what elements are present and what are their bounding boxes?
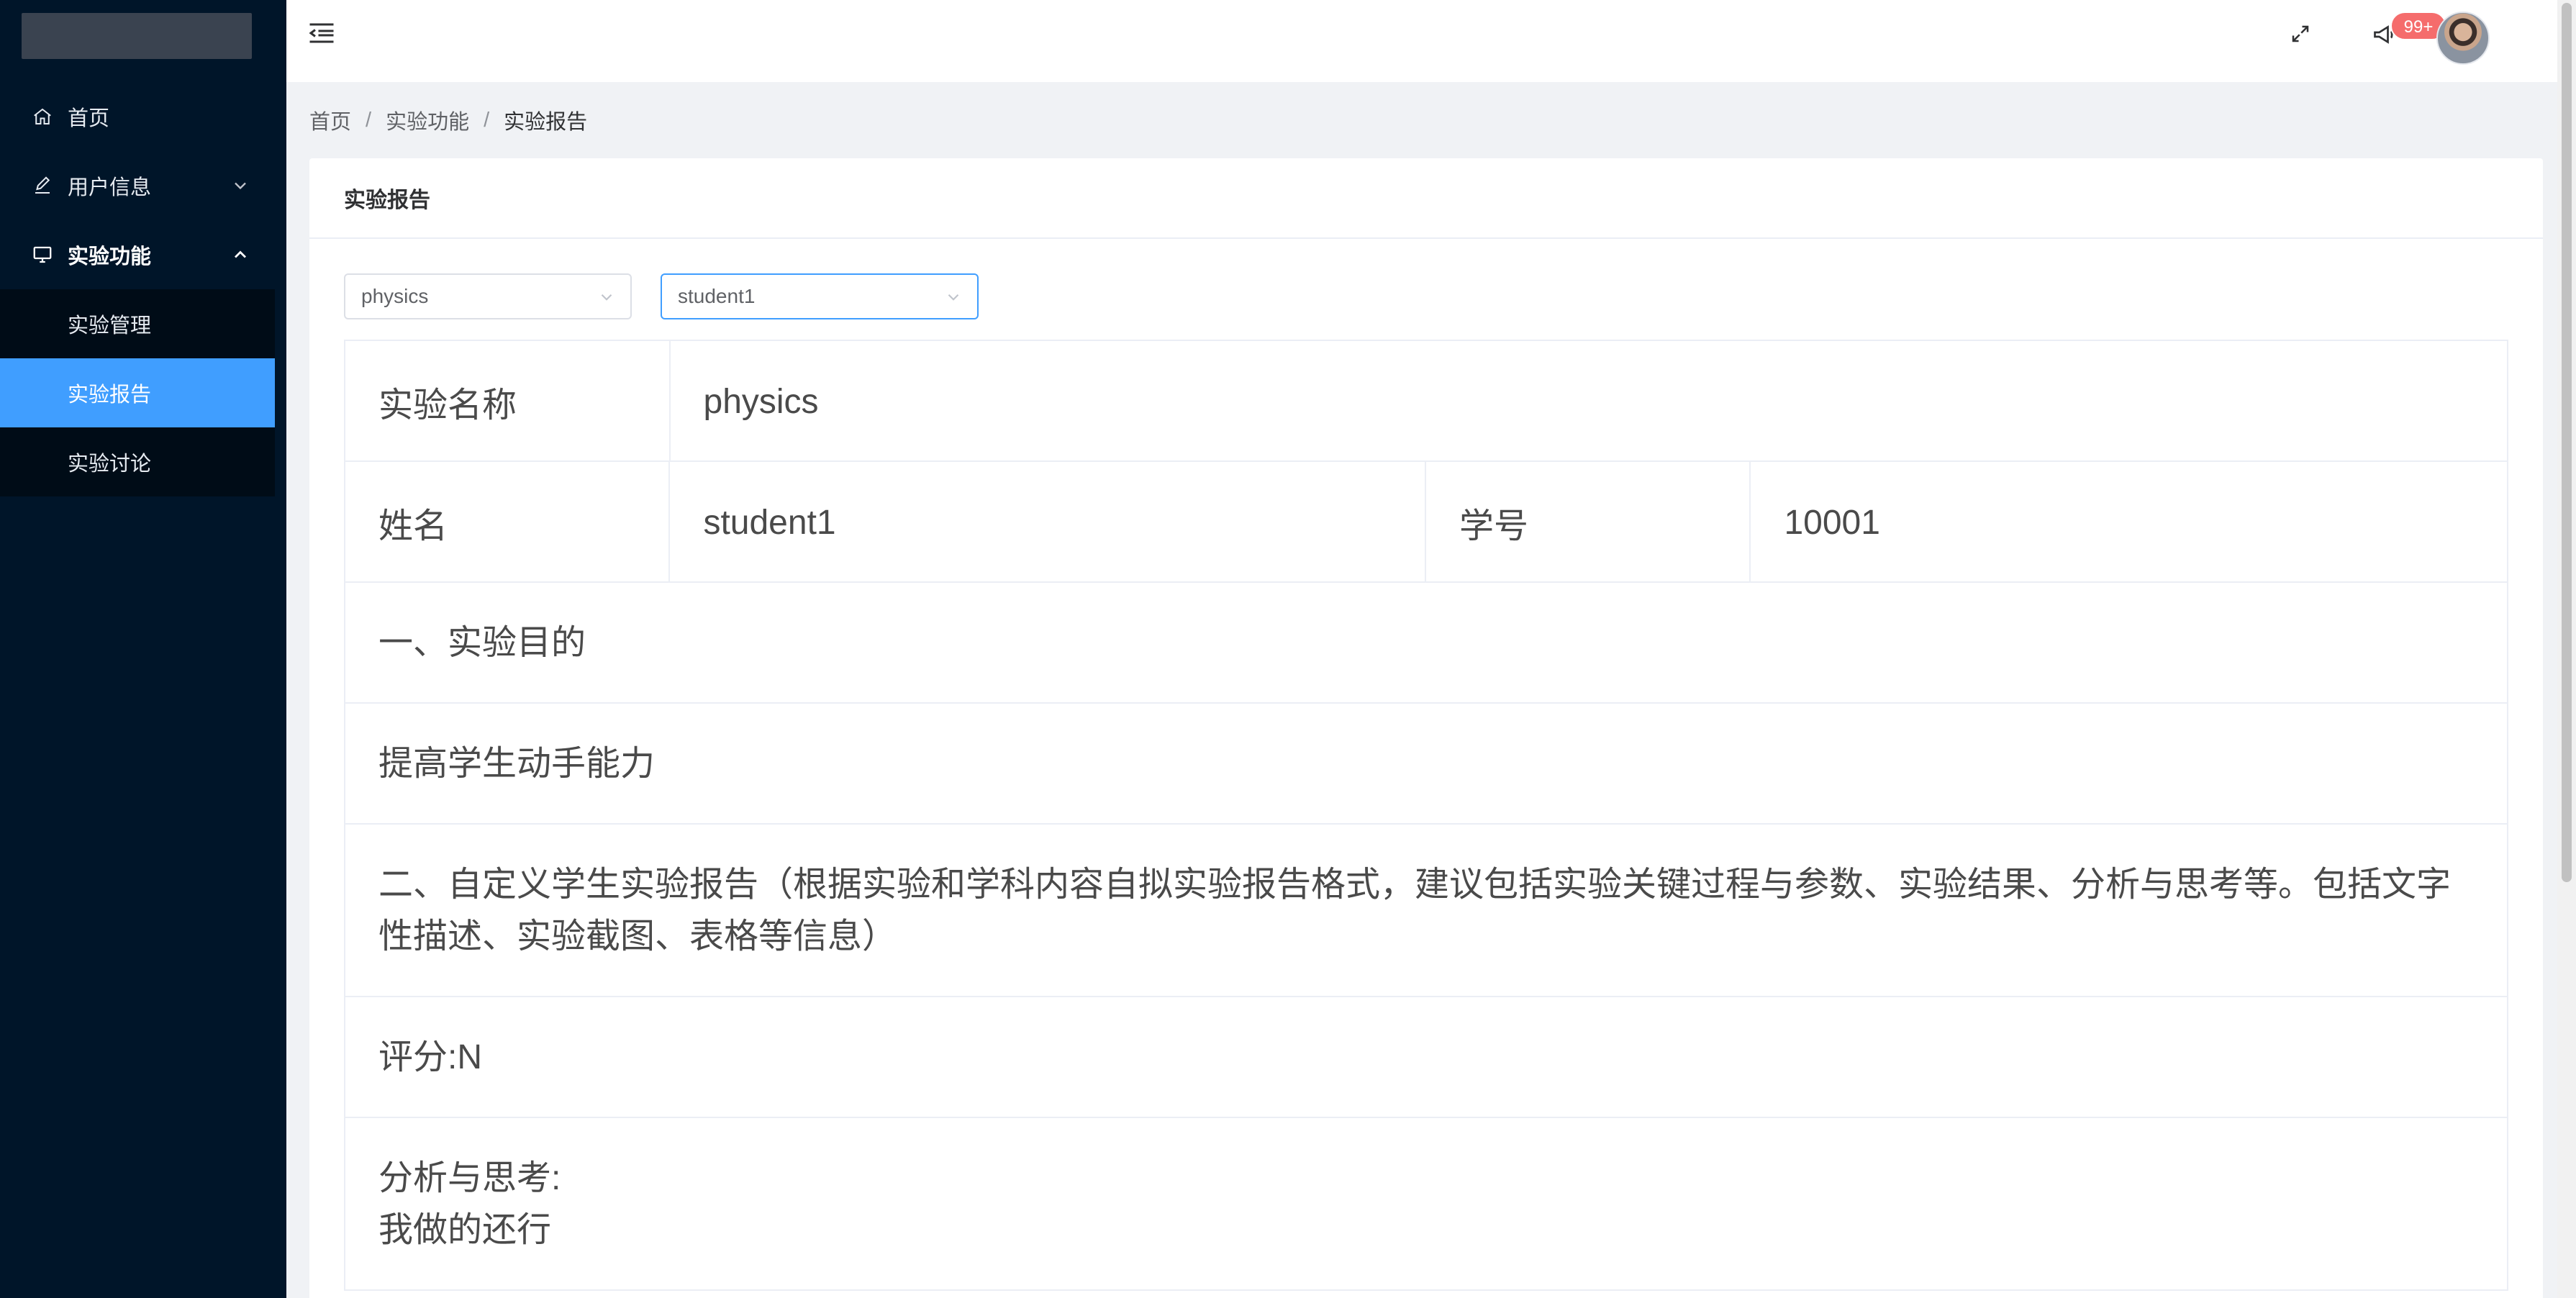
section1-title: 一、实验目的: [378, 624, 586, 662]
sidebar-item-experiment-discussion[interactable]: 实验讨论: [0, 427, 275, 496]
section2-title: 二、自定义学生实验报告（根据实验和学科内容自拟实验报告格式，建议包括实验关键过程…: [345, 825, 2507, 997]
section2-title-line1: 二、自定义学生实验报告（根据实验和学科内容自拟实验报告格式，建议包括实验关键过程…: [378, 866, 2452, 904]
sidebar-item-experiment-report[interactable]: 实验报告: [0, 358, 275, 427]
breadcrumb-item-experiment[interactable]: 实验功能: [386, 105, 469, 135]
top-header: 99+: [286, 0, 2557, 82]
experiment-name-label: 实验名称: [378, 386, 517, 425]
report-table: 实验名称 physics 姓名 student1 学号 10001 一、实验目的…: [344, 340, 2508, 1291]
breadcrumb-separator: /: [366, 108, 372, 132]
analysis-content: 我做的还行: [378, 1211, 552, 1249]
experiment-name-value: physics: [668, 341, 2508, 462]
analysis-label: 分析与思考:: [378, 1159, 561, 1197]
sidebar-item-experiment-manage[interactable]: 实验管理: [0, 289, 275, 358]
chevron-down-icon: [230, 176, 250, 196]
sidebar-item-label: 首页: [68, 107, 110, 130]
report-card: 实验报告 physics student1 实验名称 physics 姓名 st…: [309, 158, 2543, 1298]
breadcrumb-separator: /: [484, 108, 490, 132]
table-row: 分析与思考: 我做的还行: [345, 1118, 2507, 1291]
name-value: student1: [668, 462, 1425, 583]
sidebar-item-label: 实验管理: [68, 314, 152, 337]
score: 评分:N: [378, 1038, 483, 1076]
table-row: 姓名 student1 学号 10001: [345, 462, 2507, 583]
sidebar-item-label: 实验报告: [68, 384, 152, 407]
table-row: 二、自定义学生实验报告（根据实验和学科内容自拟实验报告格式，建议包括实验关键过程…: [345, 825, 2507, 997]
page-scrollbar[interactable]: [2557, 0, 2576, 1298]
sidebar-item-label: 实验讨论: [68, 453, 152, 476]
chevron-up-icon: [230, 245, 250, 265]
section1-content: 提高学生动手能力: [378, 745, 656, 783]
fullscreen-icon[interactable]: [2290, 23, 2311, 45]
scrollbar-thumb[interactable]: [2562, 3, 2572, 882]
student-select[interactable]: student1: [661, 273, 979, 319]
chevron-down-icon: [944, 288, 963, 307]
breadcrumb: 首页 / 实验功能 / 实验报告: [309, 105, 587, 135]
table-row: 提高学生动手能力: [345, 704, 2507, 825]
analysis: 分析与思考: 我做的还行: [345, 1118, 2507, 1291]
student-select-value: student1: [678, 285, 756, 307]
name-label: 姓名: [378, 507, 448, 545]
experiment-select[interactable]: physics: [344, 273, 632, 319]
sidebar: 首页 用户信息 实验功能 实验管理 实验报告 实验讨论: [0, 0, 286, 1298]
logo: [22, 13, 252, 59]
student-id-value: 10001: [1749, 462, 2507, 583]
card-title: 实验报告: [309, 158, 2543, 239]
table-row: 一、实验目的: [345, 583, 2507, 704]
sidebar-item-label: 实验功能: [68, 245, 152, 268]
chevron-down-icon: [597, 288, 616, 307]
breadcrumb-item-home[interactable]: 首页: [309, 105, 351, 135]
student-id-label: 学号: [1425, 462, 1749, 583]
experiment-select-value: physics: [361, 285, 429, 307]
breadcrumb-item-current: 实验报告: [504, 111, 588, 134]
table-row: 评分:N: [345, 997, 2507, 1118]
sidebar-item-experiment[interactable]: 实验功能: [0, 220, 275, 289]
sidebar-menu: 首页 用户信息 实验功能 实验管理 实验报告 实验讨论: [0, 82, 275, 496]
avatar[interactable]: [2436, 12, 2490, 65]
section2-title-line2: 性描述、实验截图、表格等信息）: [378, 917, 897, 956]
home-icon: [32, 106, 53, 127]
edit-icon: [32, 175, 53, 196]
monitor-icon: [32, 244, 53, 266]
sidebar-item-user-info[interactable]: 用户信息: [0, 151, 275, 220]
sidebar-item-label: 用户信息: [68, 176, 152, 199]
experiment-submenu: 实验管理 实验报告 实验讨论: [0, 289, 275, 496]
sidebar-item-home[interactable]: 首页: [0, 82, 275, 151]
menu-collapse-icon[interactable]: [307, 20, 337, 46]
table-row: 实验名称 physics: [345, 341, 2507, 462]
